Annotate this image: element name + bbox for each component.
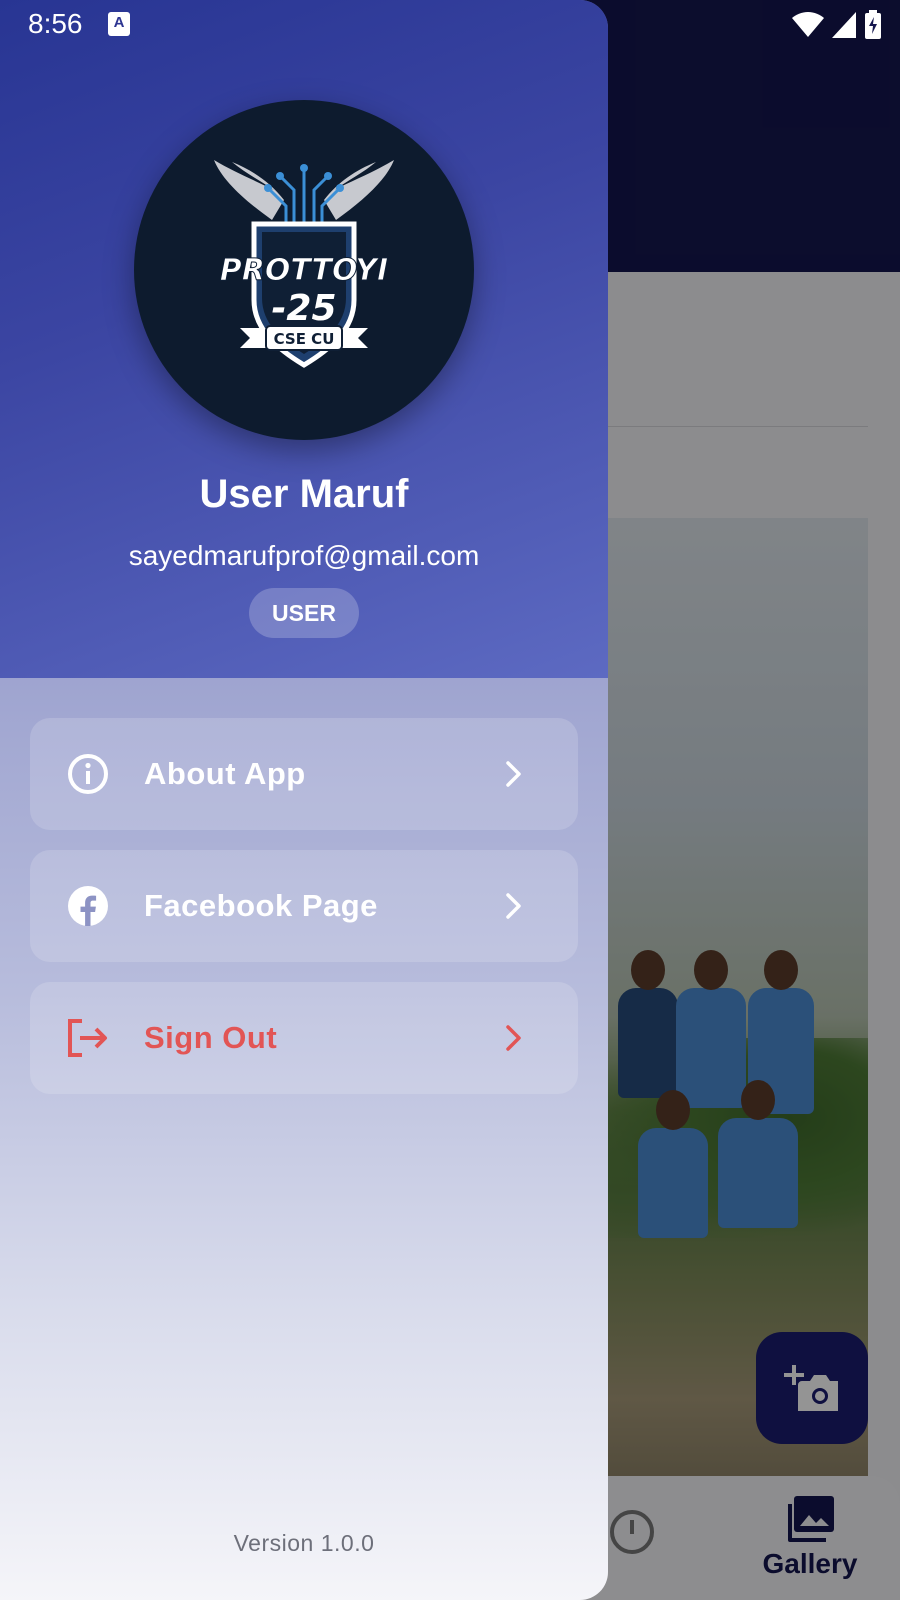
menu-label: Facebook Page: [144, 888, 378, 923]
logo-banner: CSE CU: [274, 330, 335, 348]
left-wing: [214, 160, 284, 220]
profile-avatar: PROTTOYI -25 CSE CU: [134, 100, 474, 440]
chevron-right-icon: [506, 893, 521, 919]
user-name: User Maruf: [199, 472, 409, 516]
logout-icon: [66, 1016, 110, 1060]
info-icon: [66, 752, 110, 796]
facebook-icon: [66, 884, 110, 928]
status-time: 8:56: [28, 8, 83, 39]
chevron-right-icon: [506, 761, 521, 787]
menu-item-sign-out[interactable]: Sign Out: [30, 982, 578, 1094]
app-version: Version 1.0.0: [233, 1530, 375, 1556]
team-logo: PROTTOYI -25 CSE CU: [214, 160, 394, 368]
status-icons: [792, 10, 882, 40]
status-bar: 8:56 A: [0, 0, 900, 48]
wifi-icon: [792, 12, 824, 37]
chevron-right-icon: [506, 1025, 521, 1051]
drawer-header: PROTTOYI -25 CSE CU User Maruf sayedmaru…: [0, 0, 608, 678]
battery-charging-icon: [865, 10, 881, 39]
menu-label: About App: [144, 756, 306, 791]
menu-item-facebook-page[interactable]: Facebook Page: [30, 850, 578, 962]
notification-icon: A: [108, 12, 130, 36]
menu-label: Sign Out: [144, 1020, 278, 1055]
logo-text: PROTTOYI: [220, 253, 388, 288]
signal-icon: [832, 12, 856, 38]
menu-item-about-app[interactable]: About App: [30, 718, 578, 830]
right-wing: [324, 160, 394, 220]
role-badge: USER: [249, 588, 359, 638]
navigation-drawer: PROTTOYI -25 CSE CU User Maruf sayedmaru…: [0, 0, 608, 1600]
user-email: sayedmarufprof@gmail.com: [128, 540, 480, 571]
logo-number: -25: [271, 288, 336, 329]
